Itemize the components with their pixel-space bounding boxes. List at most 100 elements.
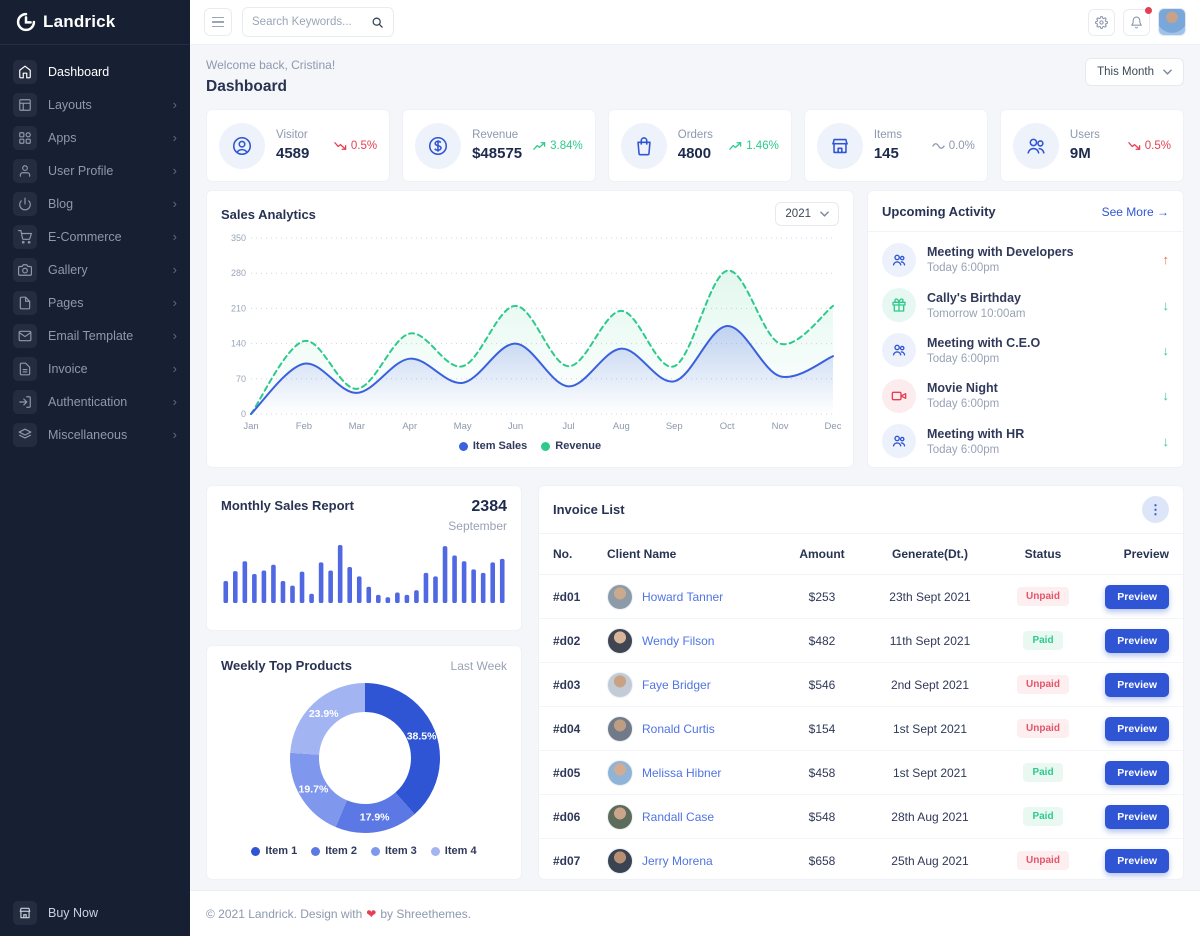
app-logo[interactable]: Landrick	[0, 0, 190, 45]
activity-title: Cally's Birthday	[927, 291, 1025, 305]
search-input[interactable]	[252, 16, 365, 28]
monthly-sales-card: Monthly Sales Report 2384 September	[206, 485, 522, 631]
activity-time: Tomorrow 10:00am	[927, 308, 1025, 320]
status-badge: Unpaid	[1017, 719, 1069, 738]
invoice-date: 1st Sept 2021	[865, 707, 995, 751]
col-client-name: Client Name	[597, 534, 779, 575]
settings-button[interactable]	[1088, 9, 1115, 36]
buy-now-button[interactable]: Buy Now	[0, 890, 190, 936]
footer: © 2021 Landrick. Design with ❤ by Shreet…	[190, 890, 1200, 936]
sales-analytics-title: Sales Analytics	[221, 207, 316, 222]
notifications-button[interactable]	[1123, 9, 1150, 36]
sidebar-nav: Dashboard Layouts › Apps › User Profile …	[0, 45, 190, 890]
trending-flat-icon	[932, 141, 945, 151]
user-circle-icon	[219, 123, 265, 169]
invoice-amount: $658	[779, 839, 865, 881]
invoice-amount: $253	[779, 575, 865, 619]
sidebar-item-label: Invoice	[48, 362, 88, 376]
client-name-link[interactable]: Ronald Curtis	[642, 722, 715, 736]
activity-title: Meeting with Developers	[927, 245, 1074, 259]
activity-item[interactable]: Movie Night Today 6:00pm ↓	[882, 373, 1169, 418]
invoice-menu-button[interactable]: ⋮	[1142, 496, 1169, 523]
gift-icon	[882, 288, 916, 322]
sidebar-item-label: Gallery	[48, 263, 88, 277]
preview-button[interactable]: Preview	[1105, 805, 1169, 829]
donut-legend: Item 1 Item 2 Item 3 Item 4	[221, 845, 507, 857]
see-more-link[interactable]: See More →	[1102, 205, 1169, 219]
sidebar-item-pages[interactable]: Pages ›	[0, 286, 190, 319]
legend-label: Item Sales	[473, 440, 527, 452]
search-box	[242, 7, 394, 37]
sidebar-item-gallery[interactable]: Gallery ›	[0, 253, 190, 286]
sales-analytics-chart: 070140210280350JanFebMarAprMayJunJulAugS…	[221, 228, 841, 438]
invoice-no: #d05	[539, 751, 597, 795]
sidebar-item-dashboard[interactable]: Dashboard	[0, 55, 190, 88]
activity-item[interactable]: Meeting with Developers Today 6:00pm ↑	[882, 237, 1169, 282]
invoice-no: #d02	[539, 619, 597, 663]
chevron-down-icon	[1163, 69, 1172, 75]
year-select-value: 2021	[785, 208, 811, 220]
activity-list: Meeting with Developers Today 6:00pm ↑ C…	[868, 232, 1183, 467]
sidebar-item-layouts[interactable]: Layouts ›	[0, 88, 190, 121]
svg-text:23.9%: 23.9%	[309, 708, 339, 720]
sidebar-item-user-profile[interactable]: User Profile ›	[0, 154, 190, 187]
gear-icon	[1095, 16, 1108, 29]
arrow-up-icon: ↑	[1163, 252, 1170, 267]
sidebar-item-ecommerce[interactable]: E-Commerce ›	[0, 220, 190, 253]
client-name-link[interactable]: Melissa Hibner	[642, 766, 721, 780]
sidebar-item-authentication[interactable]: Authentication ›	[0, 385, 190, 418]
activity-item[interactable]: Meeting with HR Today 6:00pm ↓	[882, 419, 1169, 464]
upcoming-activity-card: Upcoming Activity See More → Meeting wit…	[867, 190, 1184, 468]
stat-value: 145	[874, 145, 902, 162]
preview-button[interactable]: Preview	[1105, 761, 1169, 785]
client-name-link[interactable]: Randall Case	[642, 810, 714, 824]
user-avatar[interactable]	[1158, 8, 1186, 36]
activity-item[interactable]: Cally's Birthday Tomorrow 10:00am ↓	[882, 282, 1169, 327]
period-select[interactable]: This Month	[1085, 58, 1184, 86]
camera-icon	[13, 258, 37, 282]
legend-label: Revenue	[555, 440, 601, 452]
invoice-no: #d04	[539, 707, 597, 751]
activity-time: Today 6:00pm	[927, 398, 999, 410]
year-select[interactable]: 2021	[775, 202, 839, 226]
activity-item[interactable]: Meeting with C.E.O Today 6:00pm ↓	[882, 328, 1169, 373]
invoice-date: 2nd Sept 2021	[865, 663, 995, 707]
users-icon	[1013, 123, 1059, 169]
weekly-top-products-card: Weekly Top Products Last Week 38.5%17.9%…	[206, 645, 522, 880]
sidebar-item-label: Apps	[48, 131, 77, 145]
activity-title: Meeting with HR	[927, 427, 1024, 441]
invoice-no: #d01	[539, 575, 597, 619]
trending-up-icon	[729, 141, 742, 151]
preview-button[interactable]: Preview	[1105, 849, 1169, 873]
sidebar-item-miscellaneous[interactable]: Miscellaneous ›	[0, 418, 190, 451]
client-name-link[interactable]: Faye Bridger	[642, 678, 711, 692]
chevron-right-icon: ›	[173, 229, 177, 244]
preview-button[interactable]: Preview	[1105, 629, 1169, 653]
status-badge: Unpaid	[1017, 675, 1069, 694]
preview-button[interactable]: Preview	[1105, 673, 1169, 697]
hamburger-menu-button[interactable]	[204, 8, 232, 36]
client-name-link[interactable]: Jerry Morena	[642, 854, 713, 868]
preview-button[interactable]: Preview	[1105, 717, 1169, 741]
client-avatar	[607, 584, 633, 610]
monthly-sales-title: Monthly Sales Report	[221, 498, 354, 513]
svg-text:Jul: Jul	[562, 421, 574, 432]
invoice-row: #d03 Faye Bridger $546 2nd Sept 2021 Unp…	[539, 663, 1183, 707]
stat-value: 4589	[276, 145, 309, 162]
topbar	[190, 0, 1200, 45]
stat-delta: 3.84%	[533, 140, 583, 152]
sidebar-item-invoice[interactable]: Invoice ›	[0, 352, 190, 385]
client-name-link[interactable]: Wendy Filson	[642, 634, 714, 648]
sidebar-item-label: User Profile	[48, 164, 113, 178]
file-icon	[13, 291, 37, 315]
file-text-icon	[13, 357, 37, 381]
search-icon[interactable]	[371, 16, 384, 29]
landrick-logo-icon	[16, 12, 36, 32]
preview-button[interactable]: Preview	[1105, 585, 1169, 609]
sidebar-item-apps[interactable]: Apps ›	[0, 121, 190, 154]
sidebar-item-blog[interactable]: Blog ›	[0, 187, 190, 220]
sidebar-item-label: E-Commerce	[48, 230, 122, 244]
sidebar-item-email-template[interactable]: Email Template ›	[0, 319, 190, 352]
client-avatar	[607, 848, 633, 874]
client-name-link[interactable]: Howard Tanner	[642, 590, 723, 604]
